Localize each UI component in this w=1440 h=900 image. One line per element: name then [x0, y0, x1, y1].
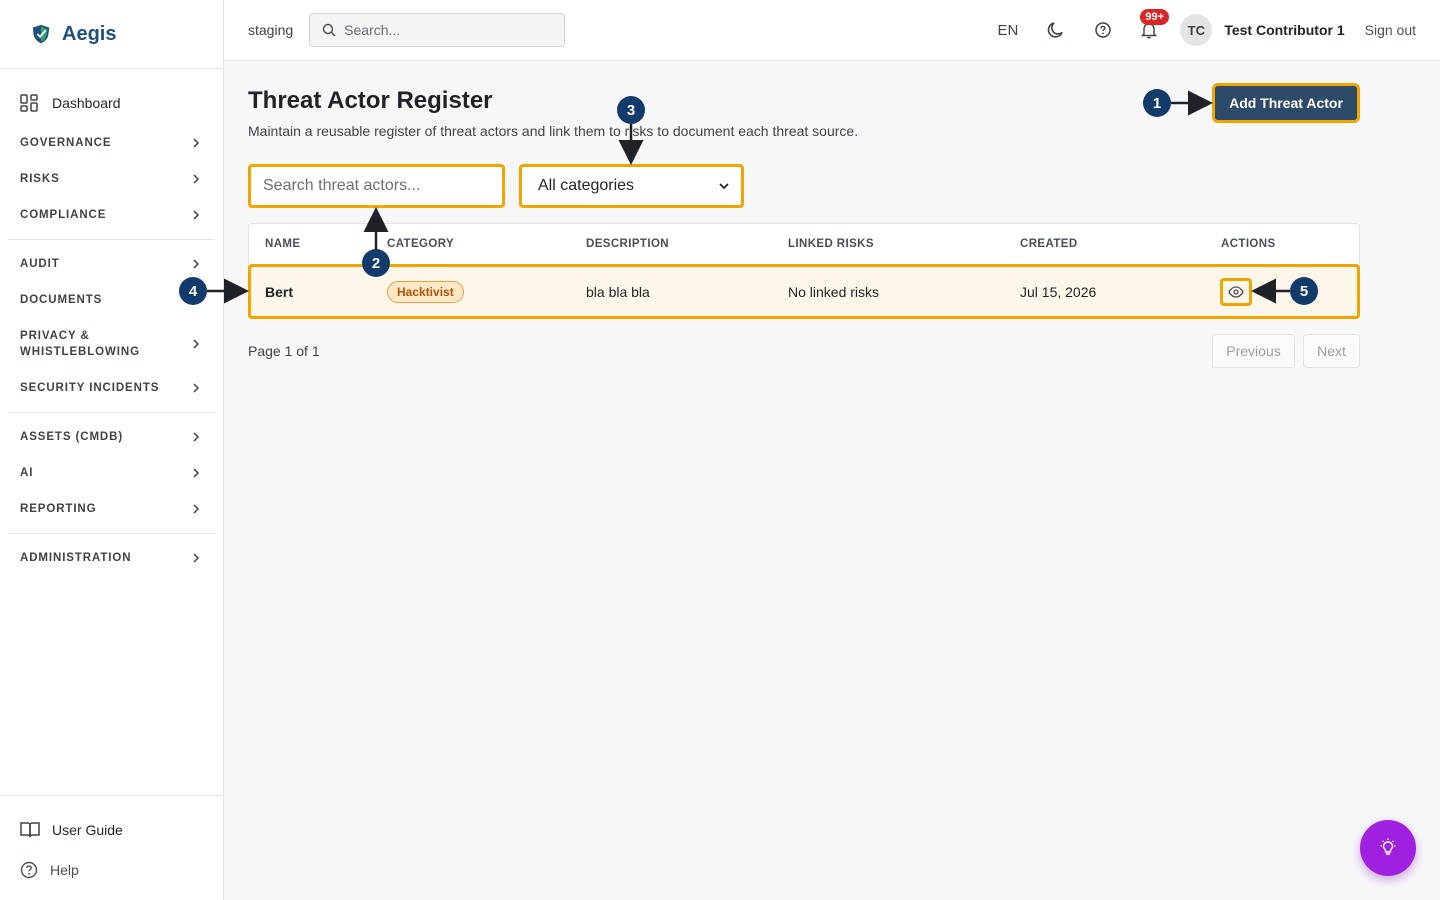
column-header-actions: ACTIONS [1221, 238, 1276, 250]
sign-out-link[interactable]: Sign out [1365, 22, 1416, 38]
help-link[interactable]: Help [0, 850, 223, 890]
help-label: Help [50, 862, 79, 878]
user-name: Test Contributor 1 [1224, 22, 1345, 38]
add-threat-actor-button[interactable]: Add Threat Actor [1212, 83, 1360, 123]
notifications-button[interactable]: 99+ [1140, 9, 1169, 39]
sidebar-nav: Dashboard GOVERNANCE RISKS COMPLIANCE AU… [0, 69, 223, 576]
moon-icon [1048, 22, 1064, 38]
sidebar-item-label: COMPLIANCE [20, 209, 107, 221]
chevron-right-icon [193, 468, 200, 478]
language-switcher[interactable]: EN [997, 22, 1018, 39]
annotation-marker-5: 5 [1290, 277, 1318, 305]
category-badge: Hacktivist [387, 281, 464, 303]
sidebar-item-reporting[interactable]: REPORTING [0, 491, 223, 527]
sidebar-item-label: ADMINISTRATION [20, 552, 132, 564]
brand-name: Aegis [62, 22, 117, 45]
sidebar-item-governance[interactable]: GOVERNANCE [0, 125, 223, 161]
notifications-badge: 99+ [1140, 9, 1169, 25]
chevron-down-icon [719, 183, 729, 190]
chevron-right-icon [193, 259, 200, 269]
topbar: staging EN 99+ TC [224, 0, 1440, 61]
chevron-right-icon [193, 504, 200, 514]
assistant-fab[interactable] [1360, 820, 1416, 876]
column-header-linked-risks[interactable]: LINKED RISKS [788, 238, 874, 250]
previous-page-button[interactable]: Previous [1212, 334, 1295, 368]
chevron-right-icon [193, 383, 200, 393]
topbar-right: EN 99+ TC Test Contributor 1 Sign out [997, 9, 1440, 46]
dashboard-grid-icon [20, 94, 38, 112]
global-search-input[interactable] [344, 22, 545, 38]
help-button[interactable] [1094, 21, 1112, 39]
annotation-marker-4: 4 [179, 277, 207, 305]
category-select-value: All categories [538, 177, 635, 194]
user-guide-label: User Guide [52, 822, 123, 838]
sidebar-item-risks[interactable]: RISKS [0, 161, 223, 197]
chevron-right-icon [193, 174, 200, 184]
brand[interactable]: Aegis [0, 0, 223, 69]
pagination-info: Page 1 of 1 [248, 343, 320, 359]
dark-mode-toggle[interactable] [1046, 20, 1066, 40]
column-header-category[interactable]: CATEGORY [387, 238, 454, 250]
sidebar-item-compliance[interactable]: COMPLIANCE [0, 197, 223, 233]
lightbulb-icon [1380, 838, 1396, 855]
column-header-name[interactable]: NAME [265, 238, 300, 250]
help-circle-icon [20, 861, 38, 879]
chevron-right-icon [193, 138, 200, 148]
view-button[interactable] [1220, 278, 1252, 306]
chevron-right-icon [193, 210, 200, 220]
sidebar-item-label: ASSETS (CMDB) [20, 431, 124, 443]
sidebar-item-label: GOVERNANCE [20, 137, 112, 149]
sidebar-item-label: REPORTING [20, 503, 97, 515]
sidebar-item-label: RISKS [20, 173, 60, 185]
sidebar-divider [8, 239, 215, 240]
sidebar-item-administration[interactable]: ADMINISTRATION [0, 540, 223, 576]
environment-label: staging [248, 22, 294, 38]
annotation-marker-3: 3 [617, 96, 645, 124]
sidebar-item-dashboard[interactable]: Dashboard [0, 87, 223, 119]
page-title: Threat Actor Register [248, 87, 493, 114]
cell-name: Bert [265, 284, 294, 300]
book-icon [20, 822, 40, 838]
annotation-marker-2: 2 [362, 249, 390, 277]
annotation-marker-1: 1 [1143, 89, 1171, 117]
sidebar-footer: User Guide Help [0, 795, 223, 900]
sidebar-item-assets-cmdb[interactable]: ASSETS (CMDB) [0, 419, 223, 455]
sidebar-item-ai[interactable]: AI [0, 455, 223, 491]
chevron-right-icon [193, 432, 200, 442]
column-header-created[interactable]: CREATED [1020, 238, 1078, 250]
table-header: NAME CATEGORY DESCRIPTION LINKED RISKS C… [249, 224, 1359, 264]
sidebar-item-label: Dashboard [52, 95, 121, 111]
sidebar-item-label: AUDIT [20, 258, 60, 270]
sidebar: Aegis Dashboard GOVERNANCE RISKS COMPLIA… [0, 0, 224, 900]
category-select[interactable]: All categories [519, 164, 744, 208]
cell-linked-risks: No linked risks [788, 284, 880, 300]
search-icon [322, 23, 336, 37]
sidebar-item-label: PRIVACY & WHISTLEBLOWING [20, 330, 140, 358]
shield-logo-icon [32, 24, 50, 44]
sidebar-item-label: AI [20, 467, 34, 479]
user-guide-link[interactable]: User Guide [0, 810, 223, 850]
cell-created: Jul 15, 2026 [1020, 284, 1097, 300]
avatar[interactable]: TC [1180, 14, 1213, 46]
chevron-right-icon [193, 553, 200, 563]
sidebar-item-privacy-whistleblowing[interactable]: PRIVACY & WHISTLEBLOWING [0, 318, 223, 370]
threat-actor-table: NAME CATEGORY DESCRIPTION LINKED RISKS C… [248, 223, 1360, 319]
column-header-description[interactable]: DESCRIPTION [586, 238, 669, 250]
chevron-right-icon [193, 339, 200, 349]
sidebar-item-label: DOCUMENTS [20, 294, 103, 306]
help-circle-icon [1095, 22, 1112, 38]
page-subtitle: Maintain a reusable register of threat a… [248, 123, 859, 139]
sidebar-item-label: SECURITY INCIDENTS [20, 382, 160, 394]
eye-icon [1228, 286, 1244, 298]
threat-actor-search-input[interactable] [248, 164, 505, 208]
table-row[interactable]: Bert Hacktivist bla bla bla No linked ri… [248, 264, 1360, 319]
sidebar-divider [8, 412, 215, 413]
next-page-button[interactable]: Next [1303, 334, 1360, 368]
global-search[interactable] [309, 13, 566, 47]
cell-description: bla bla bla [586, 284, 650, 300]
sidebar-item-security-incidents[interactable]: SECURITY INCIDENTS [0, 370, 223, 406]
sidebar-divider [8, 533, 215, 534]
